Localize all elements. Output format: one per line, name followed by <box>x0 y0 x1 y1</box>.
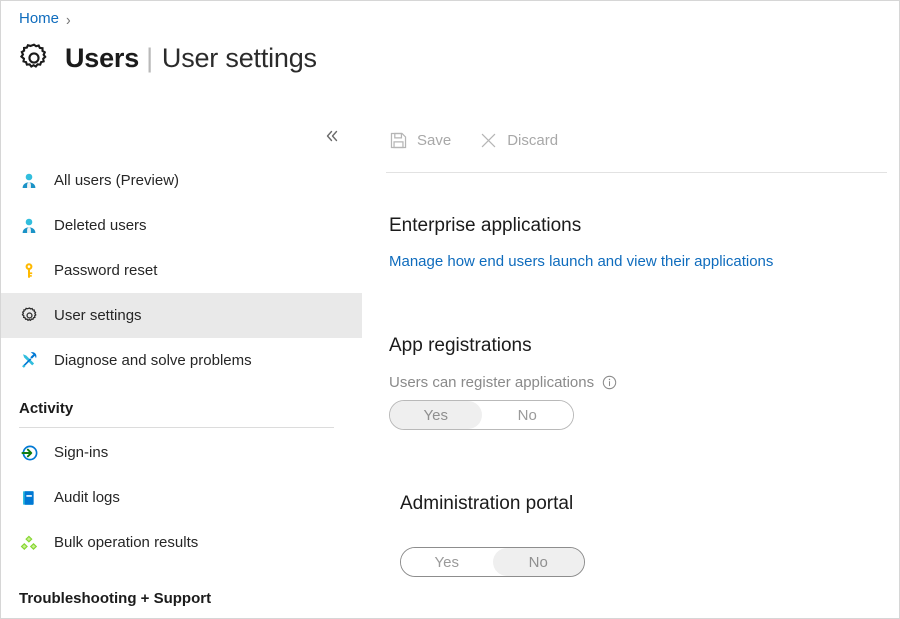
book-icon <box>19 488 39 508</box>
sidebar-item-password-reset[interactable]: Password reset <box>1 248 362 293</box>
sidebar: All users (Preview) Deleted users <box>1 113 362 618</box>
sidebar-item-bulk-operation-results[interactable]: Bulk operation results <box>1 520 362 565</box>
sidebar-nav-list: All users (Preview) Deleted users <box>1 158 362 611</box>
breadcrumb-home-link[interactable]: Home <box>19 9 59 29</box>
sidebar-item-label: Deleted users <box>54 217 147 234</box>
sidebar-group-heading-troubleshooting: Troubleshooting + Support <box>1 587 362 611</box>
sidebar-item-label: Diagnose and solve problems <box>54 352 252 369</box>
sidebar-collapse-button[interactable] <box>321 127 343 149</box>
gear-icon <box>17 41 51 75</box>
sidebar-group-heading-activity: Activity <box>1 397 362 421</box>
toggle-option-yes[interactable]: Yes <box>401 548 493 576</box>
sidebar-item-diagnose-and-solve-problems[interactable]: Diagnose and solve problems <box>1 338 362 383</box>
section-title: Enterprise applications <box>389 213 773 239</box>
info-circle-icon[interactable] <box>602 375 617 390</box>
close-x-icon <box>479 131 498 150</box>
command-bar: Save Discard <box>389 131 558 150</box>
gear-icon <box>19 306 39 326</box>
sign-in-arrow-icon <box>19 443 39 463</box>
manage-applications-link[interactable]: Manage how end users launch and view the… <box>389 253 773 270</box>
toggle-option-yes[interactable]: Yes <box>390 401 482 429</box>
command-bar-divider <box>386 172 887 173</box>
section-administration-portal: Administration portal Yes No <box>389 491 585 577</box>
user-icon <box>19 171 39 191</box>
sidebar-group-divider <box>19 427 334 428</box>
save-disk-icon <box>389 131 408 150</box>
discard-button-label: Discard <box>507 132 558 149</box>
sidebar-item-all-users[interactable]: All users (Preview) <box>1 158 362 203</box>
sidebar-item-label: Bulk operation results <box>54 534 198 551</box>
discard-button[interactable]: Discard <box>479 131 558 150</box>
page-title-divider: | <box>146 41 153 75</box>
sidebar-item-user-settings[interactable]: User settings <box>1 293 362 338</box>
users-can-register-applications-label: Users can register applications <box>389 374 617 391</box>
sidebar-item-label: All users (Preview) <box>54 172 179 189</box>
bulk-boxes-icon <box>19 533 39 553</box>
page-title-primary: Users <box>65 43 139 73</box>
breadcrumb: Home › <box>19 9 71 29</box>
sidebar-item-label: User settings <box>54 307 142 324</box>
administration-portal-toggle[interactable]: Yes No <box>400 547 585 577</box>
section-enterprise-applications: Enterprise applications Manage how end u… <box>389 213 773 271</box>
users-can-register-applications-toggle[interactable]: Yes No <box>389 400 574 430</box>
sidebar-item-label: Sign-ins <box>54 444 108 461</box>
sidebar-item-sign-ins[interactable]: Sign-ins <box>1 430 362 475</box>
section-title: Administration portal <box>400 491 585 517</box>
save-button-label: Save <box>417 132 451 149</box>
page-title-secondary: User settings <box>162 43 317 73</box>
page-title-text: Users| User settings <box>65 41 317 75</box>
content-pane: Save Discard Enterprise applications Man… <box>362 113 899 618</box>
page-title: Users| User settings <box>17 41 317 75</box>
azure-user-settings-blade: Home › Users| User settings <box>0 0 900 619</box>
section-app-registrations: App registrations Users can register app… <box>389 333 617 430</box>
sidebar-item-label: Audit logs <box>54 489 120 506</box>
user-icon <box>19 216 39 236</box>
save-button[interactable]: Save <box>389 131 451 150</box>
sidebar-item-label: Password reset <box>54 262 157 279</box>
chevron-double-left-icon <box>324 128 340 149</box>
field-label-text: Users can register applications <box>389 374 594 391</box>
section-title: App registrations <box>389 333 617 359</box>
wrench-screwdriver-icon <box>19 351 39 371</box>
key-icon <box>19 261 39 281</box>
sidebar-item-audit-logs[interactable]: Audit logs <box>1 475 362 520</box>
toggle-option-no[interactable]: No <box>493 548 585 576</box>
toggle-option-no[interactable]: No <box>482 401 574 429</box>
sidebar-item-deleted-users[interactable]: Deleted users <box>1 203 362 248</box>
breadcrumb-separator-icon: › <box>66 8 71 31</box>
